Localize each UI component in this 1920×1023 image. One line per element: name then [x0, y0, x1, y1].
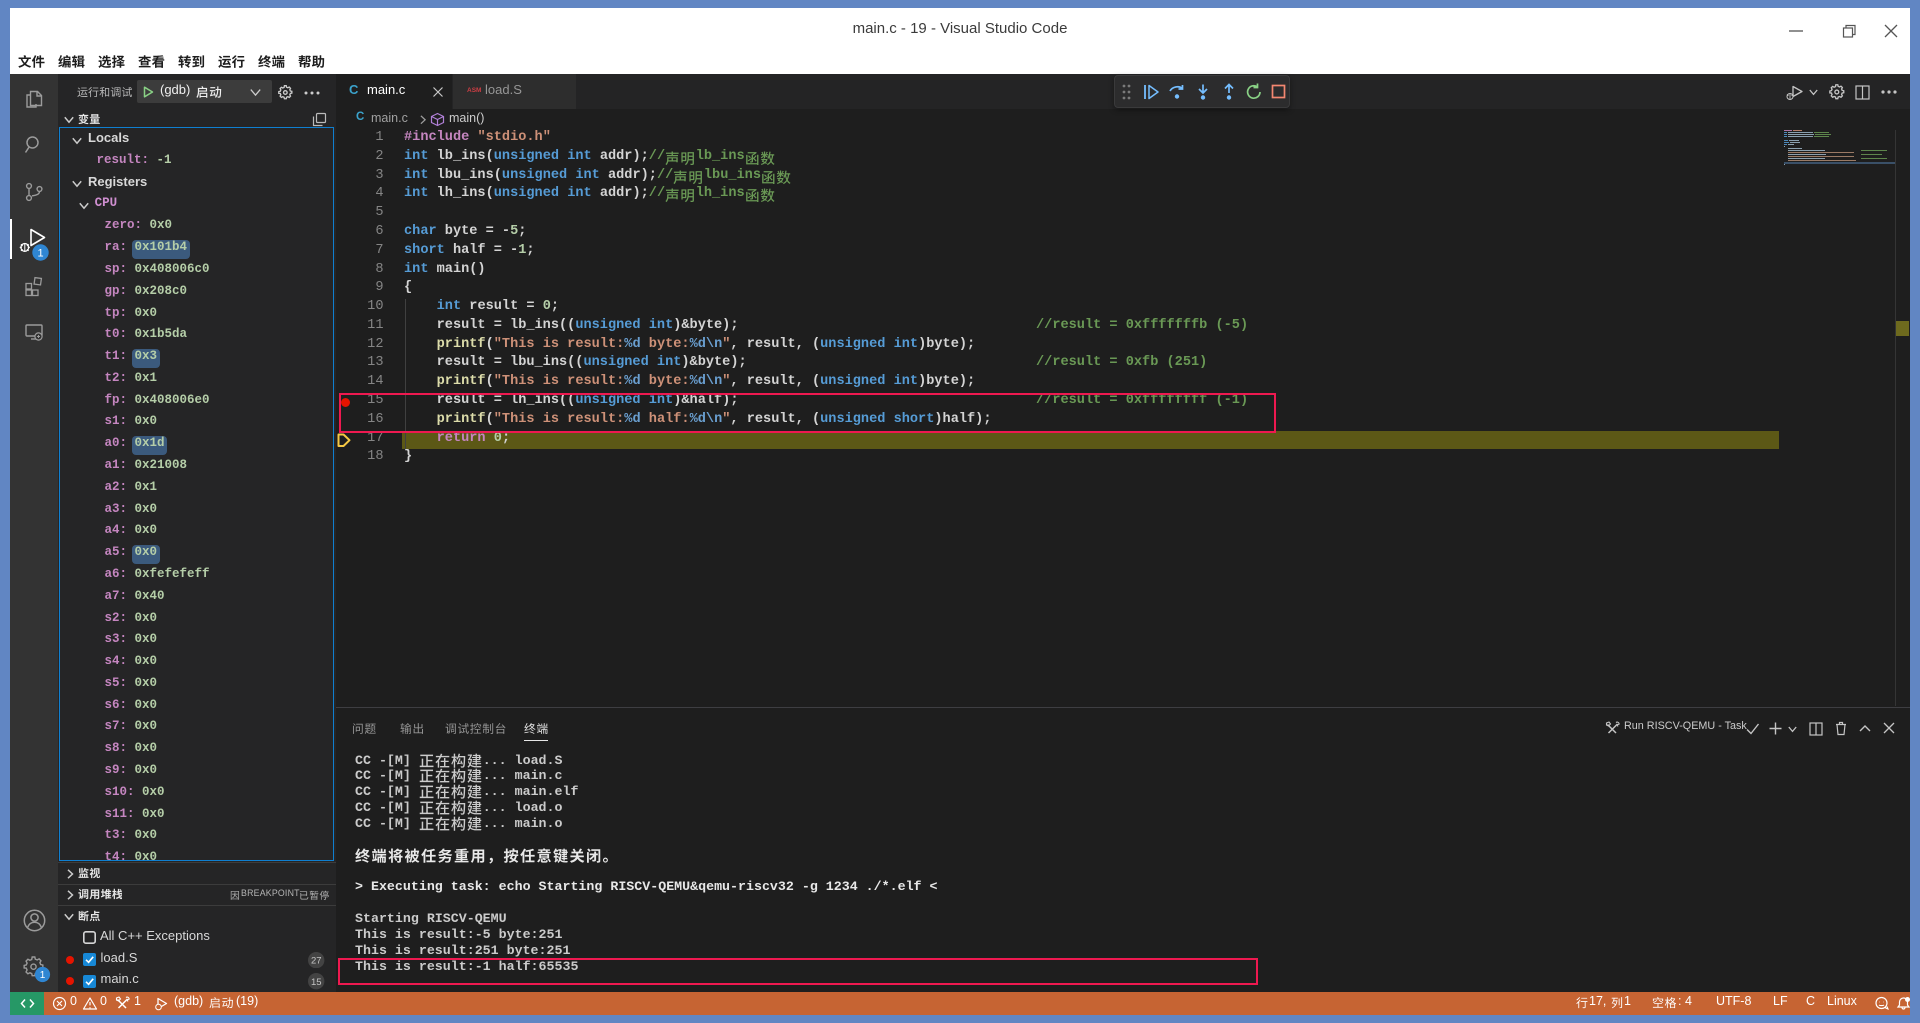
svg-text:1: 1 [40, 970, 46, 981]
svg-text:15: 15 [311, 977, 322, 988]
svg-text:1: 1 [37, 247, 43, 259]
svg-text:27: 27 [311, 955, 322, 966]
